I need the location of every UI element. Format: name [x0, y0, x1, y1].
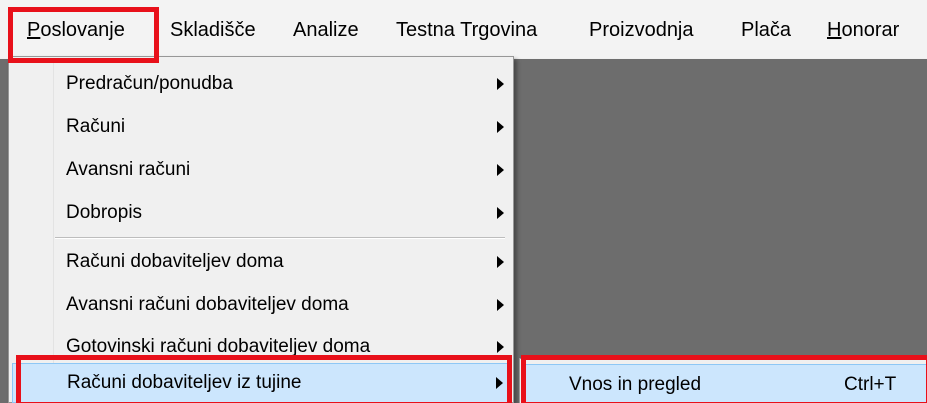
menu-proizvodnja[interactable]: Proizvodnja — [589, 0, 694, 58]
menu-honorar-label: onorar — [841, 19, 900, 41]
menu-item-racuni[interactable]: Računi — [12, 107, 509, 147]
menu-item-avansni-racuni[interactable]: Avansni računi — [12, 150, 509, 190]
poslovanje-dropdown-menu: Predračun/ponudba Računi Avansni računi … — [8, 56, 514, 403]
submenu-arrow-icon — [497, 256, 504, 268]
menu-item-racuni-dobaviteljev-iz-tujine[interactable]: Računi dobaviteljev iz tujine — [12, 363, 509, 403]
submenu-item-label: Vnos in pregled — [569, 374, 702, 395]
submenu-arrow-icon — [497, 164, 504, 176]
menu-bar: Poslovanje Skladišče Analize Testna Trgo… — [0, 0, 927, 59]
submenu-item-shortcut: Ctrl+T — [844, 374, 897, 395]
menu-item-predracun-ponudba[interactable]: Predračun/ponudba — [12, 64, 509, 104]
menu-item-label: Gotovinski računi dobaviteljev doma — [66, 336, 371, 357]
menu-item-label: Dobropis — [66, 202, 143, 223]
menu-poslovanje-mnemonic: P — [27, 19, 41, 41]
menu-item-label: Avansni računi — [66, 159, 191, 180]
menu-item-label: Računi — [66, 116, 126, 137]
menu-poslovanje-label: oslovanje — [40, 19, 125, 41]
submenu-arrow-icon — [497, 207, 504, 219]
menu-item-gotovinski-racuni-dobaviteljev-doma[interactable]: Gotovinski računi dobaviteljev doma — [12, 327, 509, 367]
menu-skladisce[interactable]: Skladišče — [170, 0, 256, 58]
submenu-arrow-icon — [497, 341, 504, 353]
submenu-item-vnos-in-pregled[interactable]: Vnos in pregled Ctrl+T — [523, 364, 927, 403]
menu-item-label: Računi dobaviteljev iz tujine — [67, 372, 302, 393]
menu-item-label: Predračun/ponudba — [66, 73, 233, 94]
application-window: Poslovanje Skladišče Analize Testna Trgo… — [0, 0, 927, 403]
submenu-arrow-icon — [497, 121, 504, 133]
menu-item-racuni-dobaviteljev-doma[interactable]: Računi dobaviteljev doma — [12, 242, 509, 282]
menu-separator — [55, 237, 505, 239]
submenu-arrow-icon — [496, 377, 503, 389]
menu-testna-trgovina[interactable]: Testna Trgovina — [396, 0, 537, 58]
racuni-dobaviteljev-iz-tujine-submenu: Vnos in pregled Ctrl+T — [519, 358, 927, 403]
menu-item-avansni-racuni-dobaviteljev-doma[interactable]: Avansni računi dobaviteljev doma — [12, 285, 509, 325]
menu-item-dobropis[interactable]: Dobropis — [12, 193, 509, 233]
menu-honorar-mnemonic: H — [827, 19, 842, 41]
menu-poslovanje[interactable]: Poslovanje — [27, 0, 125, 58]
submenu-arrow-icon — [497, 78, 504, 90]
menu-placa[interactable]: Plača — [741, 0, 791, 58]
menu-analize[interactable]: Analize — [293, 0, 359, 58]
submenu-arrow-icon — [497, 299, 504, 311]
menu-honorar[interactable]: Honorar — [827, 0, 899, 58]
menu-item-label: Računi dobaviteljev doma — [66, 251, 284, 272]
menu-item-label: Avansni računi dobaviteljev doma — [66, 294, 349, 315]
